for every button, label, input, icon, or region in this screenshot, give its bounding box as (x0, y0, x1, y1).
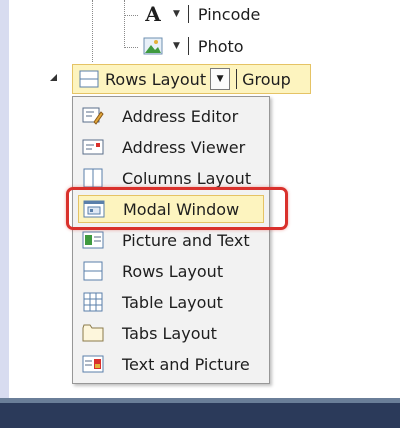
separator (187, 5, 189, 23)
tree-item-label: Photo (197, 36, 244, 56)
rows-layout-icon (79, 70, 99, 88)
text-and-picture-icon (81, 353, 105, 375)
layout-dropdown-menu: Address Editor Address Viewer Columns La… (72, 96, 270, 384)
separator (236, 69, 238, 89)
group-label: Group (242, 69, 291, 89)
separator (187, 37, 189, 55)
dropdown-arrow-icon[interactable]: ▼ (173, 41, 180, 51)
left-panel-edge (0, 0, 9, 400)
layout-type-label: Rows Layout (105, 69, 207, 89)
rows-layout-icon (81, 260, 105, 282)
font-a-icon: A (145, 2, 161, 26)
expand-collapse-icon[interactable] (50, 74, 57, 81)
menu-item-label: Picture and Text (122, 230, 250, 250)
window-bottom-edge (0, 398, 400, 428)
tabs-layout-icon (81, 322, 105, 344)
menu-item-rows-layout[interactable]: Rows Layout (78, 257, 264, 285)
menu-item-label: Address Editor (122, 106, 239, 126)
menu-item-label: Text and Picture (122, 354, 250, 374)
columns-layout-icon (81, 167, 105, 189)
menu-item-label: Columns Layout (122, 168, 252, 188)
menu-item-label: Address Viewer (122, 137, 246, 157)
address-editor-icon (81, 105, 105, 127)
tree-item-photo[interactable]: ▼ Photo (142, 34, 244, 58)
menu-item-label: Table Layout (122, 292, 223, 312)
table-layout-icon (81, 291, 105, 313)
menu-item-label: Tabs Layout (122, 323, 217, 343)
layout-dropdown-button[interactable]: ▼ (210, 68, 231, 90)
menu-item-table-layout[interactable]: Table Layout (78, 288, 264, 316)
menu-item-picture-and-text[interactable]: Picture and Text (78, 226, 264, 254)
tree-item-pincode[interactable]: A ▼ Pincode (142, 2, 260, 26)
tree-guide-line (92, 0, 93, 62)
menu-item-address-editor[interactable]: Address Editor (78, 102, 264, 130)
menu-item-text-and-picture[interactable]: Text and Picture (78, 350, 264, 378)
callout-highlight (66, 187, 288, 230)
menu-item-tabs-layout[interactable]: Tabs Layout (78, 319, 264, 347)
tree-guide-line (124, 0, 125, 48)
rows-layout-group-node[interactable]: Rows Layout ▼ Group (72, 64, 311, 94)
picture-and-text-icon (81, 229, 105, 251)
tree-item-label: Pincode (197, 4, 261, 24)
dropdown-arrow-icon[interactable]: ▼ (173, 9, 180, 19)
tree-guide-line (124, 47, 138, 48)
menu-item-label: Rows Layout (122, 261, 224, 281)
menu-item-address-viewer[interactable]: Address Viewer (78, 133, 264, 161)
tree-guide-line (124, 15, 138, 16)
image-icon (142, 35, 164, 57)
address-viewer-icon (81, 136, 105, 158)
